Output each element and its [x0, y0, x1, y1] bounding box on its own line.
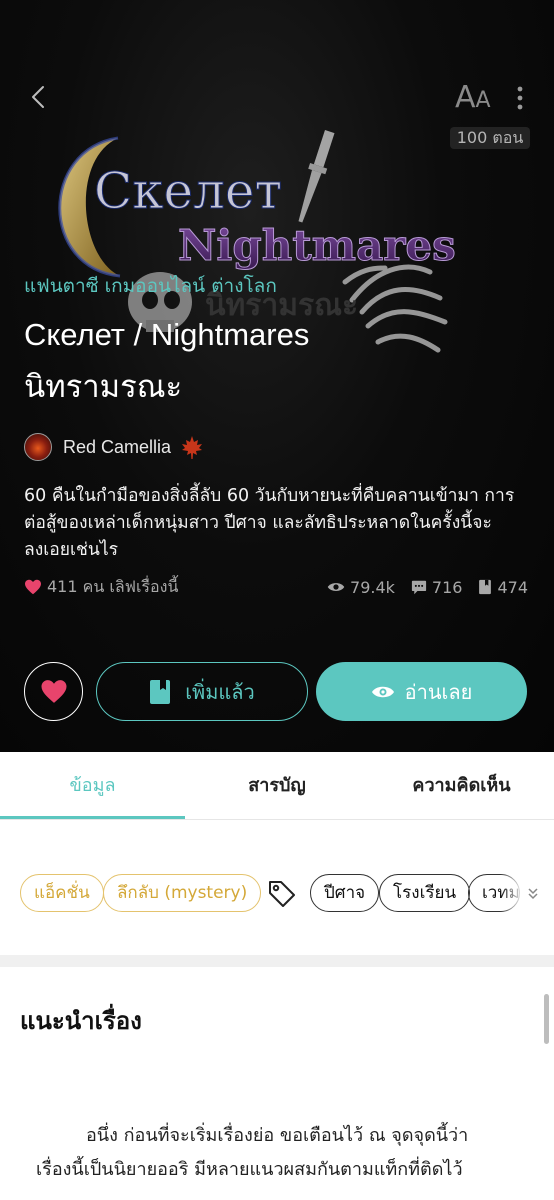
category-tag-mystery[interactable]: ลึกลับ (mystery) — [103, 874, 262, 912]
tag-row: แอ็คชั่น ลึกลับ (mystery) ปีศาจ โรงเรียน… — [0, 820, 554, 955]
add-to-library-button[interactable]: เพิ่มแล้ว — [96, 662, 308, 721]
eye-icon — [371, 686, 394, 697]
introduction-line1: อนึ่ง ก่อนที่จะเริ่มเรื่องย่อ ขอเตือนไว้… — [86, 1125, 469, 1146]
episode-count-badge: 100 ตอน — [450, 127, 530, 149]
more-options-button[interactable] — [510, 84, 530, 114]
tab-comments[interactable]: ความคิดเห็น — [369, 752, 554, 820]
tab-info[interactable]: ข้อมูล — [0, 752, 185, 820]
novel-hero: Cкелет Nightmares นิทรามรณะ AA 100 ตอน แ… — [0, 0, 554, 752]
active-tab-indicator — [0, 816, 185, 819]
likes-count: 411 คน เลิฟเรื่องนี้ — [47, 576, 179, 596]
likes-stat[interactable]: 411 คน เลิฟเรื่องนี้ — [24, 575, 178, 600]
novel-title-line1: Cкелет / Nightmares — [24, 317, 310, 352]
author-avatar — [24, 433, 52, 461]
keyword-tag-demon[interactable]: ปีศาจ — [310, 874, 380, 912]
chevron-double-down-icon[interactable] — [525, 886, 541, 902]
tab-table-of-contents[interactable]: สารบัญ — [185, 752, 369, 820]
views-stat: 79.4k — [327, 578, 395, 597]
knife-graphic — [298, 130, 335, 223]
back-button[interactable] — [24, 82, 54, 112]
heart-icon — [41, 680, 66, 703]
font-size-label-small: A — [475, 88, 491, 113]
tab-bar: ข้อมูล สารบัญ ความคิดเห็น — [0, 752, 554, 820]
cover-logo-line1: Cкелет — [94, 162, 282, 220]
novel-title: Cкелет / Nightmares นิทรามรณะ — [24, 309, 524, 413]
stats-row: 411 คน เลิฟเรื่องนี้ 79.4k 716 474 — [24, 576, 528, 598]
novel-title-line2: นิทรามรณะ — [24, 369, 183, 404]
introduction-section: แนะนำเรื่อง อนึ่ง ก่อนที่จะเริ่มเรื่องย่… — [0, 967, 554, 1200]
bookmarks-stat: 474 — [478, 578, 528, 597]
cover-logo-line2: Nightmares — [178, 221, 456, 270]
introduction-line2: เรื่องนี้เป็นนิยายออริ มีหลายแนวผสมกันตา… — [36, 1159, 463, 1180]
heart-icon — [25, 579, 41, 595]
font-size-label-big: A — [455, 80, 476, 115]
bookmarks-count: 474 — [497, 577, 528, 597]
scrollbar[interactable] — [544, 994, 549, 1044]
eye-icon — [327, 583, 345, 591]
read-now-button[interactable]: อ่านเลย — [316, 662, 527, 721]
book-icon — [479, 579, 492, 595]
comments-stat: 716 — [411, 577, 463, 597]
comment-icon — [411, 580, 427, 594]
keyword-tag-school[interactable]: โรงเรียน — [379, 874, 471, 912]
chevron-left-icon — [32, 86, 44, 108]
bookmark-book-icon — [150, 679, 171, 704]
font-size-button[interactable]: AA — [455, 80, 491, 115]
introduction-text: อนึ่ง ก่อนที่จะเริ่มเรื่องย่อ ขอเตือนไว้… — [36, 1119, 506, 1187]
like-button[interactable] — [24, 662, 83, 721]
views-count: 79.4k — [350, 577, 395, 597]
comments-count: 716 — [431, 577, 463, 597]
introduction-heading: แนะนำเรื่อง — [20, 1007, 142, 1035]
add-to-library-label: เพิ่มแล้ว — [185, 679, 255, 704]
author-row[interactable]: Red Camellia — [24, 432, 205, 462]
synopsis: 60 คืนในกำมือของสิ่งลี้ลับ 60 วันกับหายน… — [24, 486, 515, 560]
maple-leaf-icon — [182, 436, 203, 459]
tag-fade-overlay — [500, 870, 524, 916]
section-divider — [0, 955, 554, 967]
tag-icon — [269, 881, 295, 907]
category-tag-action[interactable]: แอ็คชั่น — [20, 874, 104, 912]
genre-list: แฟนตาซี เกมออนไลน์ ต่างโลก — [24, 275, 277, 297]
author-name: Red Camellia — [63, 436, 172, 457]
more-vertical-icon — [517, 86, 523, 110]
read-now-label: อ่านเลย — [404, 679, 473, 704]
